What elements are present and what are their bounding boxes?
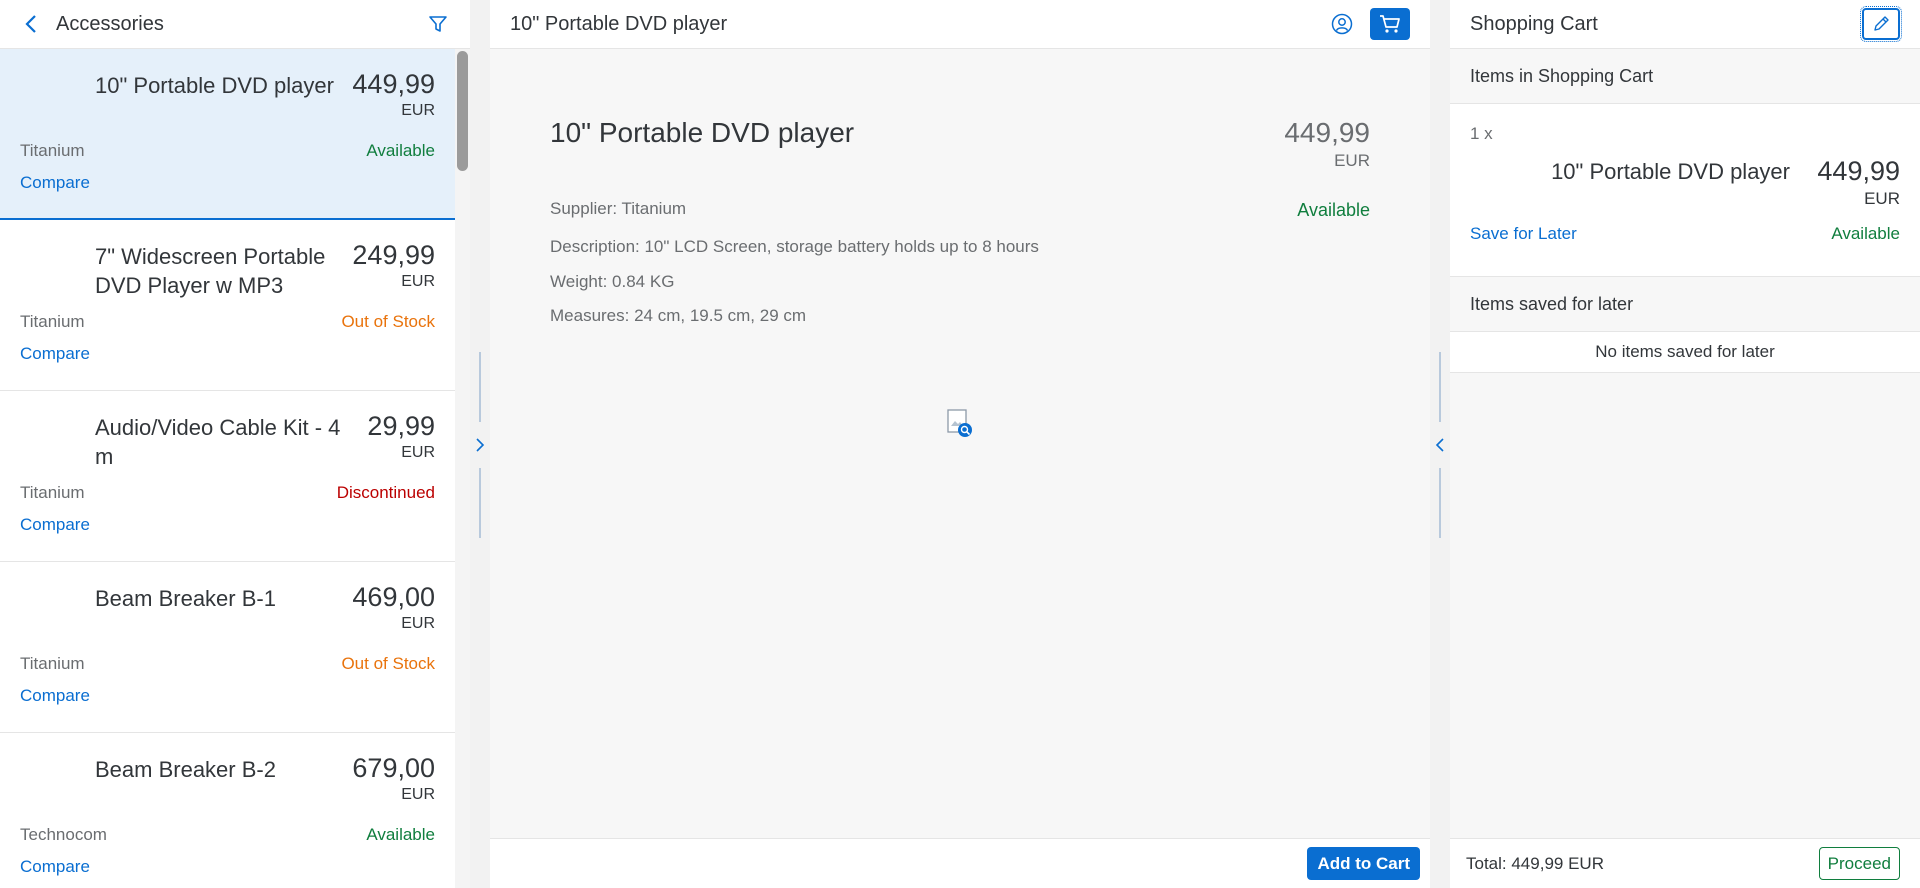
detail-header: 10" Portable DVD player bbox=[490, 0, 1430, 49]
product-supplier: Titanium bbox=[20, 654, 85, 673]
edit-icon bbox=[1874, 16, 1889, 31]
add-to-cart-button[interactable]: Add to Cart bbox=[1307, 847, 1420, 880]
cart-item-currency: EUR bbox=[1864, 189, 1900, 208]
splitter-right[interactable] bbox=[1430, 0, 1450, 888]
list-item[interactable]: Beam Breaker B-2 679,00 EUR Technocom Av… bbox=[0, 733, 455, 888]
proceed-button[interactable]: Proceed bbox=[1818, 847, 1900, 880]
list-item[interactable]: 10" Portable DVD player 449,99 EUR Titan… bbox=[0, 49, 455, 220]
product-price: 679,00 bbox=[352, 753, 435, 783]
cart-total: Total: 449,99 EUR bbox=[1466, 853, 1604, 873]
product-status: Out of Stock bbox=[341, 312, 435, 331]
product-supplier: Titanium bbox=[20, 312, 85, 331]
product-price: 249,99 bbox=[352, 240, 435, 270]
product-name: Beam Breaker B-1 bbox=[95, 586, 276, 611]
product-list-pane: Accessories 10" Portable DVD player 449,… bbox=[0, 0, 470, 888]
product-supplier: Technocom bbox=[20, 825, 107, 844]
list-item[interactable]: Beam Breaker B-1 469,00 EUR Titanium Out… bbox=[0, 562, 455, 733]
edit-button[interactable] bbox=[1860, 6, 1902, 42]
product-status: Discontinued bbox=[336, 483, 435, 502]
chevron-left-icon[interactable] bbox=[20, 13, 42, 35]
cart-item-quantity: 1 x bbox=[1470, 124, 1493, 143]
product-detail-pane: 10" Portable DVD player 10" Portable DVD… bbox=[490, 0, 1430, 888]
product-name: Audio/Video Cable Kit - 4m bbox=[95, 415, 341, 469]
product-supplier: Titanium bbox=[20, 141, 85, 160]
product-status: Available bbox=[1297, 200, 1370, 220]
product-name: 7" Widescreen Portable DVD Player w MP3 bbox=[95, 244, 326, 298]
product-price: 29,99 bbox=[367, 411, 435, 441]
list-item[interactable]: Audio/Video Cable Kit - 4m 29,99 EUR Tit… bbox=[0, 391, 455, 562]
product-status: Out of Stock bbox=[341, 654, 435, 673]
category-title: Accessories bbox=[56, 12, 164, 35]
cart-button[interactable] bbox=[1370, 8, 1410, 40]
product-price: 469,00 bbox=[352, 582, 435, 612]
product-name: Beam Breaker B-2 bbox=[95, 757, 276, 782]
saved-items-empty: No items saved for later bbox=[1450, 332, 1920, 373]
cart-item-price: 449,99 bbox=[1817, 156, 1900, 186]
user-icon[interactable] bbox=[1330, 12, 1354, 36]
weight-attribute: Weight: 0.84 KG bbox=[550, 272, 675, 291]
splitter-line bbox=[479, 352, 481, 422]
image-zoom-icon[interactable] bbox=[947, 409, 973, 439]
saved-items-heading: Items saved for later bbox=[1450, 277, 1920, 332]
product-currency: EUR bbox=[1334, 151, 1370, 170]
shopping-cart-pane: Shopping Cart Items in Shopping Cart 1 x… bbox=[1450, 0, 1920, 888]
detail-footer: Add to Cart bbox=[490, 838, 1430, 888]
product-supplier: Titanium bbox=[20, 483, 85, 502]
compare-link[interactable]: Compare bbox=[20, 515, 90, 535]
cart-title: Shopping Cart bbox=[1470, 12, 1598, 35]
splitter-line bbox=[1439, 468, 1441, 538]
measures-attribute: Measures: 24 cm, 19.5 cm, 29 cm bbox=[550, 306, 807, 325]
cart-items-heading: Items in Shopping Cart bbox=[1450, 49, 1920, 104]
product-name: 10" Portable DVD player bbox=[95, 73, 334, 98]
splitter-line bbox=[479, 468, 481, 538]
compare-link[interactable]: Compare bbox=[20, 686, 90, 706]
product-currency: EUR bbox=[401, 615, 435, 632]
product-list-header: Accessories bbox=[0, 0, 470, 49]
compare-link[interactable]: Compare bbox=[20, 857, 90, 877]
description-attribute: Description: 10" LCD Screen, storage bat… bbox=[550, 237, 1039, 256]
cart-item-status: Available bbox=[1831, 224, 1900, 243]
product-list: 10" Portable DVD player 449,99 EUR Titan… bbox=[0, 49, 455, 888]
product-currency: EUR bbox=[401, 786, 435, 803]
product-currency: EUR bbox=[401, 444, 435, 461]
product-title: 10" Portable DVD player bbox=[550, 117, 855, 148]
filter-icon[interactable] bbox=[426, 12, 450, 36]
chevron-right-icon[interactable] bbox=[473, 435, 487, 455]
list-scrollbar[interactable] bbox=[455, 49, 470, 888]
save-for-later-link[interactable]: Save for Later bbox=[1470, 224, 1577, 244]
cart-footer: Total: 449,99 EUR Proceed bbox=[1450, 838, 1920, 888]
cart-icon bbox=[1380, 15, 1400, 33]
product-currency: EUR bbox=[401, 273, 435, 290]
detail-header-title: 10" Portable DVD player bbox=[510, 12, 728, 35]
product-status: Available bbox=[366, 141, 435, 160]
cart-header: Shopping Cart bbox=[1450, 0, 1920, 49]
splitter-left[interactable] bbox=[470, 0, 490, 888]
cart-item[interactable]: 1 x 10" Portable DVD player 449,99 EUR S… bbox=[1450, 104, 1920, 277]
supplier-attribute: Supplier: Titanium bbox=[550, 199, 687, 218]
cart-item-name: 10" Portable DVD player bbox=[1551, 159, 1790, 184]
product-price: 449,99 bbox=[1284, 117, 1370, 148]
compare-link[interactable]: Compare bbox=[20, 344, 90, 364]
list-item[interactable]: 7" Widescreen Portable DVD Player w MP3 … bbox=[0, 220, 455, 391]
product-currency: EUR bbox=[401, 102, 435, 119]
splitter-line bbox=[1439, 352, 1441, 422]
product-price: 449,99 bbox=[352, 69, 435, 99]
scrollbar-thumb[interactable] bbox=[457, 51, 468, 171]
product-status: Available bbox=[366, 825, 435, 844]
chevron-left-icon[interactable] bbox=[1433, 435, 1447, 455]
compare-link[interactable]: Compare bbox=[20, 173, 90, 193]
